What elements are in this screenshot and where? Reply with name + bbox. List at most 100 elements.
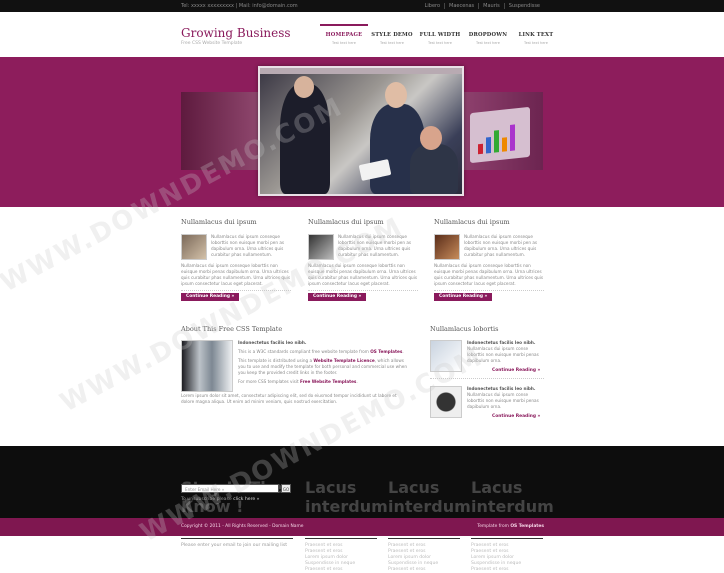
footer-link[interactable]: Praesent et eros (305, 567, 377, 573)
sidebar-section: Nullamlacus lobortis (430, 325, 544, 333)
about-paragraph: This template is distributed using a Web… (238, 358, 410, 376)
email-field[interactable]: Enter Email Here » (181, 484, 279, 493)
business-people-photo (260, 74, 462, 194)
sidebar-thumbnail (430, 340, 462, 372)
footer-column-1: Lacus interdum Praesent et eros Praesent… (305, 457, 388, 573)
sidebar-item: Indonectetus facilis leo nibh. Nullamlac… (467, 340, 544, 364)
text: . (402, 349, 404, 354)
about-section: About This Free CSS Template (181, 325, 411, 333)
person-head (294, 76, 314, 98)
free-templates-link[interactable]: Free Website Templates (300, 379, 356, 384)
os-templates-link[interactable]: OS Templates (510, 524, 544, 529)
text: This template is distributed using a (238, 358, 314, 363)
footer-link[interactable]: Praesent et eros (471, 567, 543, 573)
unsubscribe-text: To unsubscribe please click here » (181, 497, 260, 502)
site-tagline: Free CSS Website Template (181, 41, 243, 46)
feature-thumbnail (434, 234, 460, 260)
about-image (181, 340, 233, 392)
subscribe-button[interactable]: GO (281, 484, 291, 493)
template-credit: Template from OS Templates (477, 524, 544, 529)
divider (471, 537, 543, 539)
feature-title: Nullamlacus dui ipsum (181, 218, 257, 226)
continue-reading-button[interactable]: Continue Reading » (181, 293, 240, 301)
nav-label: HOMEPAGE (325, 32, 363, 38)
feature-column-1: Nullamlacus dui ipsum Nullamlacus dui ip… (181, 218, 291, 286)
about-paragraph: Lorem ipsum dolor sit amet, consectetur … (181, 393, 397, 404)
divider (388, 537, 460, 539)
divider (434, 290, 544, 291)
nav-dropdown[interactable]: DROPDOWN Test text here (464, 24, 512, 45)
footer-column-3: Lacus interdum Praesent et eros Praesent… (471, 457, 554, 573)
continue-reading-link[interactable]: Continue Reading » (492, 368, 540, 373)
continue-reading-link[interactable]: Continue Reading » (492, 414, 540, 419)
tablet-chart-image (470, 106, 530, 164)
feature-text: Nullamlacus dui ipsum conseque loborttis… (338, 234, 412, 257)
person-head (385, 82, 407, 108)
top-link-libero[interactable]: Libero (421, 3, 444, 9)
nav-homepage[interactable]: HOMEPAGE Test text here (320, 24, 368, 45)
top-link-maecenas[interactable]: Maecenas (444, 3, 478, 9)
sidebar-title: Nullamlacus lobortis (430, 325, 499, 333)
nav-label: STYLE DEMO (371, 32, 413, 38)
divider (308, 290, 418, 291)
divider (181, 290, 291, 291)
feature-column-3: Nullamlacus dui ipsum Nullamlacus dui ip… (434, 218, 544, 286)
about-paragraph: This is a W3C standards compliant free w… (238, 349, 410, 355)
divider (305, 537, 377, 539)
chart-bar-icon (502, 137, 507, 152)
feature-text: Nullamlacus dui ipsum conseque loborttis… (211, 234, 285, 257)
nav-link-text[interactable]: LINK TEXT Test text here (512, 24, 560, 45)
top-bar: Tel: xxxxx xxxxxxxxx | Mail: info@domain… (0, 0, 724, 12)
feature-thumbnail (181, 234, 207, 260)
continue-reading-button[interactable]: Continue Reading » (308, 293, 367, 301)
text: This is a W3C standards compliant free w… (238, 349, 371, 354)
site-title[interactable]: Growing Business (181, 26, 291, 40)
nav-full-width[interactable]: FULL WIDTH Test text here (416, 24, 464, 45)
nav-label: DROPDOWN (468, 32, 508, 38)
nav-label: LINK TEXT (518, 32, 554, 38)
about-lead: Indonectetus facilis leo nibh. (238, 340, 307, 345)
os-templates-link[interactable]: OS Templates (370, 349, 402, 354)
nav-style-demo[interactable]: STYLE DEMO Test text here (368, 24, 416, 45)
chart-bar-icon (494, 130, 499, 153)
sidebar-item: Indonectetus facilis leo nibh. Nullamlac… (467, 386, 544, 410)
top-links: Libero Maecenas Mauris Suspendisse (421, 3, 544, 9)
about-text: Indonectetus facilis leo nibh. This is a… (238, 340, 410, 385)
top-link-suspendisse[interactable]: Suspendisse (503, 3, 544, 9)
continue-reading-button[interactable]: Continue Reading » (434, 293, 493, 301)
feature-title: Nullamlacus dui ipsum (308, 218, 384, 226)
chart-bar-icon (486, 136, 491, 154)
sidebar-text: Nullamlacus dui ipsum conse loborttis no… (467, 346, 539, 363)
person-figure (410, 144, 458, 194)
footer-column-title: Lacus interdum (471, 478, 554, 517)
copyright-bar: Copyright © 2011 - All Rights Reserved -… (0, 518, 724, 536)
feature-column-2: Nullamlacus dui ipsum Nullamlacus dui ip… (308, 218, 418, 286)
nav-sublabel: Test text here (380, 41, 404, 45)
feature-text: Nullamlacus dui ipsum conseque loborttis… (181, 263, 290, 286)
feature-title: Nullamlacus dui ipsum (434, 218, 510, 226)
main-nav: HOMEPAGE Test text here STYLE DEMO Test … (320, 24, 560, 45)
chart-bar-icon (510, 124, 515, 151)
nav-sublabel: Test text here (428, 41, 452, 45)
person-figure (280, 84, 330, 194)
about-title: About This Free CSS Template (181, 325, 283, 333)
licence-link[interactable]: Website Template Licence (313, 358, 374, 363)
top-link-mauris[interactable]: Mauris (478, 3, 504, 9)
text: . (356, 379, 358, 384)
chart-bar-icon (478, 143, 483, 155)
newsletter-text: Please enter your email to join our mail… (181, 542, 288, 548)
unsubscribe-link[interactable]: click here » (233, 497, 259, 502)
nav-label: FULL WIDTH (419, 32, 461, 38)
feature-text: Nullamlacus dui ipsum conseque loborttis… (308, 263, 417, 286)
nav-sublabel: Test text here (332, 41, 356, 45)
divider (181, 537, 293, 539)
footer-column-title: Lacus interdum (388, 478, 471, 517)
text: To unsubscribe please (181, 497, 234, 502)
about-paragraph: For more CSS templates visit Free Websit… (238, 379, 410, 385)
divider (430, 378, 544, 379)
copyright-text: Copyright © 2011 - All Rights Reserved -… (181, 524, 304, 529)
text: Template from (477, 524, 511, 529)
text: For more CSS templates visit (238, 379, 300, 384)
sidebar-text: Nullamlacus dui ipsum conse loborttis no… (467, 392, 539, 409)
footer-link[interactable]: Praesent et eros (388, 567, 460, 573)
